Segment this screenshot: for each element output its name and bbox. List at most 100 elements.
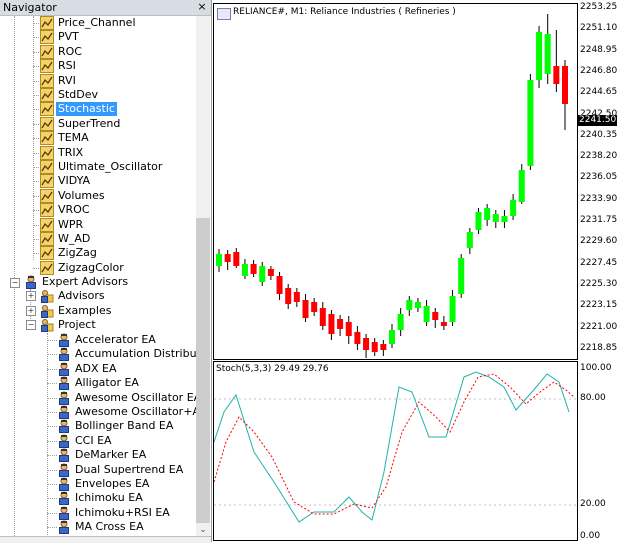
expert-advisor-icon: [57, 347, 71, 361]
candle-bear: [319, 308, 326, 326]
ea-item-awesome-oscillator-ea[interactable]: Awesome Oscillator EA: [0, 391, 196, 405]
ea-item-alligator-ea[interactable]: Alligator EA: [0, 376, 196, 390]
tree-folder-project[interactable]: Project: [0, 318, 196, 332]
tree-folder-advisors[interactable]: Advisors: [0, 289, 196, 303]
indicator-item-supertrend[interactable]: SuperTrend: [0, 117, 196, 131]
folder-icon: [40, 318, 54, 332]
ea-item-accumulation-distribution-e[interactable]: Accumulation Distribution E: [0, 347, 196, 361]
candle-bear: [371, 342, 378, 352]
indicator-item-price-channel[interactable]: Price_Channel: [0, 16, 196, 30]
price-tick-label: 2251.10: [580, 23, 618, 34]
indicator-icon: [40, 131, 54, 145]
candle-bear: [345, 322, 352, 336]
candle-bear: [562, 66, 568, 104]
stochastic-canvas: [213, 371, 577, 523]
indicator-item-rvi-label: RVI: [58, 74, 76, 87]
indicator-icon: [40, 74, 54, 88]
scroll-down-arrow-icon[interactable]: ⌄: [196, 523, 210, 537]
price-tick-label: 2225.30: [580, 278, 618, 289]
ea-item-ichimoku-ea[interactable]: Ichimoku EA: [0, 491, 196, 505]
indicator-icon: [40, 203, 54, 217]
ea-item-bollinger-band-ea[interactable]: Bollinger Band EA: [0, 419, 196, 433]
indicator-item-volumes-label: Volumes: [58, 189, 105, 202]
indicator-icon: [40, 246, 54, 260]
candle-bear: [276, 276, 283, 294]
ea-item-ichimoku-rsi-ea[interactable]: Ichimoku+RSI EA: [0, 506, 196, 520]
ea-item-cci-ea[interactable]: CCI EA: [0, 434, 196, 448]
indicator-item-zigzag[interactable]: ZigZag: [0, 246, 196, 260]
ea-item-dual-supertrend-ea-label: Dual Supertrend EA: [75, 463, 184, 476]
ea-item-adx-ea[interactable]: ADX EA: [0, 362, 196, 376]
tree-folder-project-label: Project: [58, 318, 96, 331]
indicator-item-tema[interactable]: TEMA: [0, 131, 196, 145]
candle-bull: [475, 212, 482, 230]
indicator-item-stochastic[interactable]: Stochastic: [0, 102, 196, 116]
price-tick-label: 2218.85: [580, 342, 618, 353]
indicator-icon: [40, 232, 54, 246]
candle-bear: [293, 292, 300, 302]
navigator-tree[interactable]: Price_Channel PVT ROC RSI RVI StdDev Stochasti…: [0, 16, 196, 540]
ea-item-envelopes-ea[interactable]: Envelopes EA: [0, 477, 196, 491]
ea-item-envelopes-ea-label: Envelopes EA: [75, 477, 150, 490]
price-chart[interactable]: [213, 3, 578, 360]
indicator-icon: [40, 174, 54, 188]
candle-bear: [267, 269, 274, 276]
ea-item-bollinger-band-ea-label: Bollinger Band EA: [75, 419, 174, 432]
indicator-item-roc-label: ROC: [58, 45, 82, 58]
ea-item-demarker-ea[interactable]: DeMarker EA: [0, 448, 196, 462]
candle-bull: [501, 216, 508, 222]
price-chart-canvas: [216, 14, 568, 358]
indicator-item-vroc[interactable]: VROC: [0, 203, 196, 217]
indicator-item-stddev[interactable]: StdDev: [0, 88, 196, 102]
indicator-item-ultimate-oscillator-label: Ultimate_Oscillator: [58, 160, 163, 173]
price-tick-label: 2223.15: [580, 300, 618, 311]
oscillator-tick-label: 0.00: [580, 531, 601, 541]
candle-bear: [380, 344, 387, 350]
ea-item-alligator-ea-label: Alligator EA: [75, 376, 139, 389]
oscillator-tick-label: 80.00: [580, 393, 606, 403]
stoch-signal-line: [213, 373, 575, 515]
ea-item-dual-supertrend-ea[interactable]: Dual Supertrend EA: [0, 463, 196, 477]
stochastic-subwindow[interactable]: [213, 361, 578, 541]
tree-folder-examples[interactable]: Examples: [0, 304, 196, 318]
indicator-icon: [40, 189, 54, 203]
close-icon[interactable]: ×: [196, 0, 208, 14]
ea-item-awesome-oscillator-ea-label: Awesome Oscillator EA: [75, 391, 196, 404]
indicator-item-ultimate-oscillator[interactable]: Ultimate_Oscillator: [0, 160, 196, 174]
ea-item-demarker-ea-label: DeMarker EA: [75, 448, 147, 461]
candle-bear: [432, 312, 439, 320]
candle-bear: [302, 300, 309, 318]
indicator-item-pvt[interactable]: PVT: [0, 30, 196, 44]
indicator-item-trix[interactable]: TRIX: [0, 146, 196, 160]
price-tick-label: 2244.65: [580, 87, 618, 98]
ea-item-accelerator-ea-label: Accelerator EA: [75, 333, 156, 346]
candle-bull: [536, 32, 543, 80]
ea-item-accelerator-ea[interactable]: Accelerator EA: [0, 333, 196, 347]
indicator-item-roc[interactable]: ROC: [0, 45, 196, 59]
indicator-item-rsi[interactable]: RSI: [0, 59, 196, 73]
indicator-item-w-ad[interactable]: W_AD: [0, 232, 196, 246]
ea-item-adx-ea-label: ADX EA: [75, 362, 117, 375]
indicator-item-zigzagcolor[interactable]: ZigzagColor: [0, 261, 196, 275]
ea-item-awesome-oscillator-alligat[interactable]: Awesome Oscillator+Alligat: [0, 405, 196, 419]
indicator-item-supertrend-label: SuperTrend: [58, 117, 121, 130]
price-tick-label: 2246.80: [580, 65, 618, 76]
indicator-item-volumes[interactable]: Volumes: [0, 189, 196, 203]
ea-item-accumulation-distribution-e-label: Accumulation Distribution E: [75, 347, 196, 360]
ea-item-ma-cross-ea[interactable]: MA Cross EA: [0, 520, 196, 534]
chart-symbol-icon: [217, 8, 231, 20]
indicator-item-trix-label: TRIX: [58, 146, 84, 159]
navigator-panel: Navigator × Price_Channel PVT ROC RSI RVI Std…: [0, 0, 212, 543]
expert-advisor-icon: [57, 405, 71, 419]
indicator-item-vidya[interactable]: VIDYA: [0, 174, 196, 188]
candle-bull: [466, 232, 473, 248]
candle-bull: [423, 306, 430, 322]
indicator-item-rvi[interactable]: RVI: [0, 74, 196, 88]
indicator-icon: [40, 16, 54, 30]
scrollbar-thumb[interactable]: [196, 218, 210, 523]
indicator-label: Stoch(5,3,3) 29.49 29.76: [216, 364, 329, 374]
tree-folder-advisors-label: Advisors: [58, 289, 105, 302]
indicator-item-wpr[interactable]: WPR: [0, 218, 196, 232]
indicator-icon: [40, 30, 54, 44]
tree-item-expert-advisors[interactable]: Expert Advisors: [0, 275, 196, 289]
